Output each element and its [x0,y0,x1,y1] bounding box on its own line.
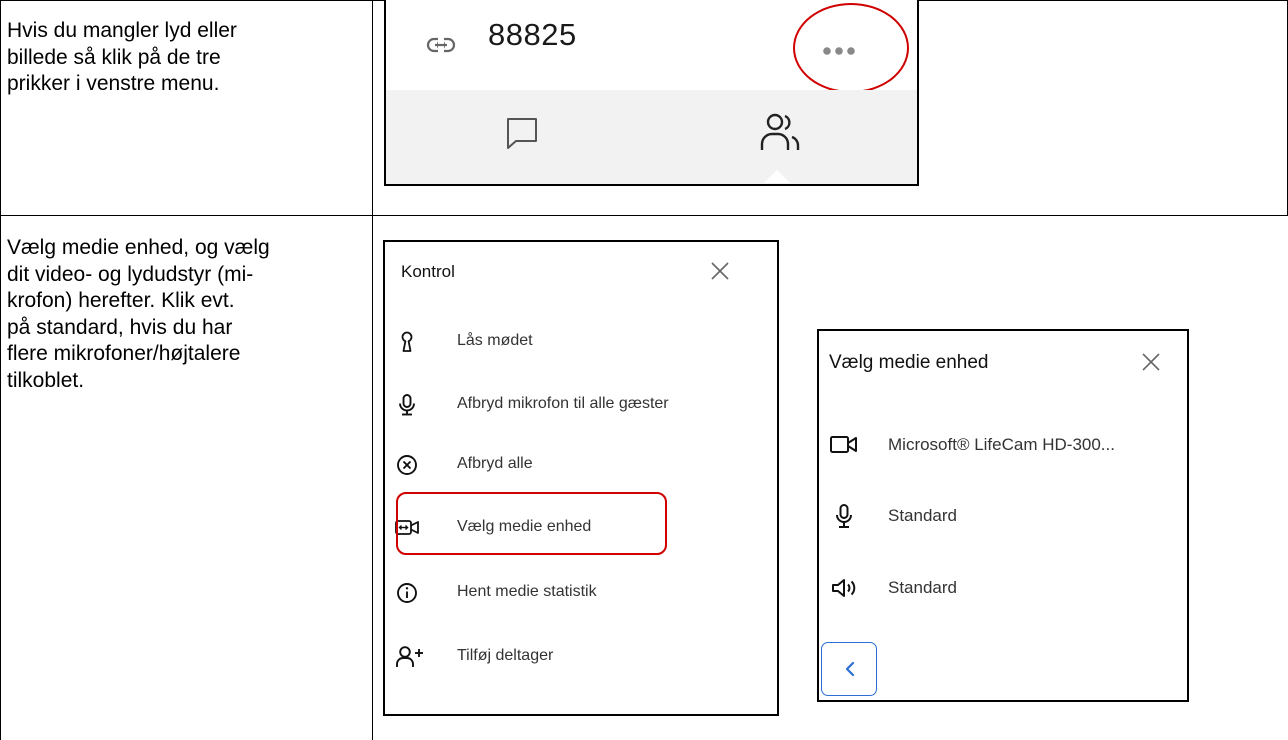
menu-item-label: Afbryd mikrofon til alle gæster [457,395,669,412]
menu-item-label: Tilføj deltager [457,647,554,664]
speaker-label: Standard [888,578,957,597]
close-icon[interactable] [709,260,731,282]
menu-item-lock-meeting[interactable]: Lås mødet [385,322,777,362]
camera-option[interactable]: Microsoft® LifeCam HD-300... [819,425,1187,465]
control-panel: Kontrol Lås mødet Afbryd mikrofon til al… [383,240,779,716]
chevron-left-icon [840,659,860,679]
active-tab-indicator [764,170,790,183]
instruction-line: på standard, hvis du har [7,315,233,339]
menu-item-label: Hent medie statistik [457,583,597,600]
instruction-line: dit video- og lydudstyr (mi- [7,262,254,286]
media-device-panel: Vælg medie enhed Microsoft® LifeCam HD-3… [817,329,1189,702]
camera-label: Microsoft® LifeCam HD-300... [888,435,1115,454]
info-icon [395,581,419,605]
camera-icon [830,433,858,457]
instruction-line: Hvis du mangler lyd eller [7,19,237,42]
close-icon[interactable] [1140,351,1162,373]
more-dots-highlight-ring [793,3,909,93]
link-icon[interactable] [426,30,456,60]
table-divider-vertical [372,0,373,740]
instruction-line: Vælg medie enhed, og vælg [7,236,270,259]
table-border-left [0,0,1,740]
instruction-line: prikker i venstre menu. [7,72,220,95]
menu-item-label: Lås mødet [457,332,533,349]
add-person-icon [395,645,425,669]
menu-item-label: Afbryd alle [457,455,533,472]
chat-icon[interactable] [504,115,540,151]
speaker-option[interactable]: Standard [819,568,1187,608]
speaker-icon [830,576,858,600]
instruction-line: billede så klik på de tre [7,45,221,69]
instruction-line: tilkoblet. [7,368,85,392]
media-panel-title: Vælg medie enhed [829,352,989,373]
microphone-option[interactable]: Standard [819,496,1187,536]
instruction-line: krofon) herefter. Klik evt. [7,289,235,312]
table-divider-horizontal [0,215,1288,216]
instruction-row-2: Vælg medie enhed, og vælg dit video- og … [7,235,270,394]
microphone-label: Standard [888,506,957,525]
menu-item-add-participant[interactable]: Tilføj deltager [385,637,777,677]
meeting-code: 88825 [488,17,577,52]
microphone-icon [832,504,856,528]
participants-icon[interactable] [759,110,803,154]
x-circle-icon [395,453,419,477]
meeting-header-screenshot: 88825 [384,0,919,186]
menu-item-disconnect-all[interactable]: Afbryd alle [385,445,777,485]
instruction-line: flere mikrofoner/højtalere [7,342,241,365]
menu-item-media-statistics[interactable]: Hent medie statistik [385,573,777,613]
meeting-tab-bar [386,90,917,184]
control-panel-title: Kontrol [401,262,455,281]
meeting-top-bar: 88825 [386,0,917,93]
back-button[interactable] [821,642,877,696]
media-device-highlight [396,492,667,555]
menu-item-mute-guests[interactable]: Afbryd mikrofon til alle gæster [385,385,777,425]
microphone-icon [395,393,419,417]
keyhole-icon [395,330,419,354]
instruction-row-1: Hvis du mangler lyd eller billede så kli… [7,18,237,98]
